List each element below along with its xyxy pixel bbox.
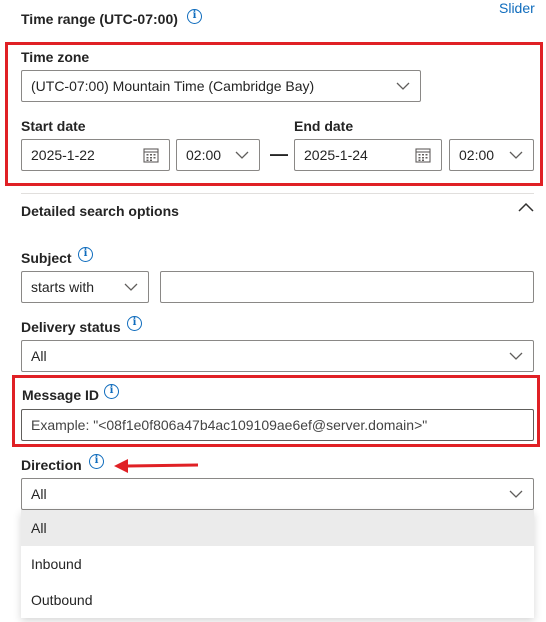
start-date-label: Start date [21,118,86,134]
info-icon[interactable]: i [187,9,202,24]
option-label: All [31,520,47,536]
chevron-down-icon [235,151,249,159]
delivery-status-value: All [31,348,47,364]
option-label: Outbound [31,592,93,608]
subject-label: Subject [21,250,72,266]
direction-label: Direction [21,457,82,473]
start-time-select[interactable]: 02:00 [176,139,260,171]
calendar-icon[interactable] [143,147,159,163]
end-date-label: End date [294,118,354,134]
start-date-input[interactable]: 2025-1-22 [21,139,170,171]
subject-operator-select[interactable]: starts with [21,271,149,303]
calendar-icon[interactable] [415,147,431,163]
option-label: Inbound [31,556,82,572]
section-divider [21,193,534,194]
end-time-select[interactable]: 02:00 [449,139,534,171]
chevron-down-icon [124,283,138,291]
delivery-status-select[interactable]: All [21,340,534,372]
direction-option-inbound[interactable]: Inbound [21,546,534,582]
subject-input[interactable] [160,271,534,303]
subject-operator-value: starts with [31,279,95,295]
chevron-down-icon [509,151,523,159]
chevron-down-icon [509,490,523,498]
time-zone-label: Time zone [21,49,90,65]
direction-option-outbound[interactable]: Outbound [21,582,534,618]
info-icon[interactable]: i [127,316,142,331]
message-id-label: Message ID [22,387,100,403]
message-id-placeholder: Example: "<08f1e0f806a47b4ac109109ae6ef@… [31,417,428,433]
red-arrow-icon [114,459,199,473]
direction-dropdown-list: All Inbound Outbound [21,510,534,618]
info-icon[interactable]: i [104,384,119,399]
time-zone-select[interactable]: (UTC-07:00) Mountain Time (Cambridge Bay… [21,70,421,102]
end-date-value: 2025-1-24 [304,147,368,163]
direction-select[interactable]: All [21,478,534,510]
direction-value: All [31,486,47,502]
chevron-up-icon[interactable] [518,201,534,213]
chevron-down-icon [396,82,410,90]
info-icon[interactable]: i [89,454,104,469]
slider-link[interactable]: Slider [499,0,535,16]
start-time-value: 02:00 [186,147,222,163]
time-range-heading: Time range (UTC-07:00) [21,11,178,27]
message-id-input[interactable]: Example: "<08f1e0f806a47b4ac109109ae6ef@… [21,409,534,441]
end-time-value: 02:00 [459,147,495,163]
start-date-value: 2025-1-22 [31,147,95,163]
info-icon[interactable]: i [78,247,93,262]
time-zone-value: (UTC-07:00) Mountain Time (Cambridge Bay… [31,78,315,94]
direction-option-all[interactable]: All [21,510,534,546]
end-date-input[interactable]: 2025-1-24 [294,139,442,171]
detailed-search-heading: Detailed search options [21,203,179,219]
chevron-down-icon [509,352,523,360]
delivery-status-label: Delivery status [21,319,121,335]
range-separator: — [270,144,288,164]
